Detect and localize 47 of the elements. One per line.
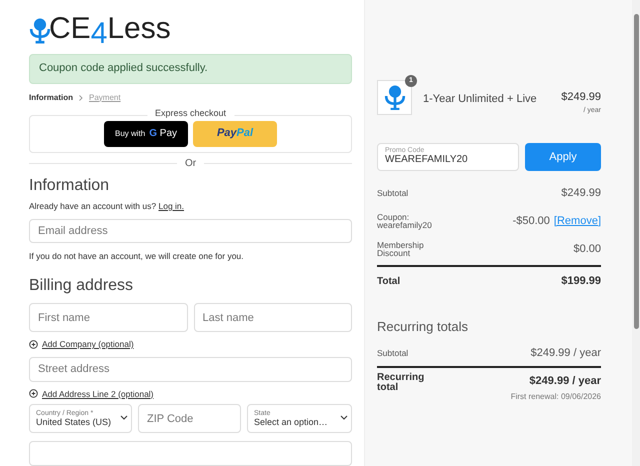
select-value: United States (US) (36, 416, 112, 428)
plus-circle-icon (29, 340, 38, 349)
add-address-line-link[interactable]: Add Address Line 2 (optional) (29, 388, 352, 400)
input-field[interactable]: ZIP Code (138, 404, 241, 434)
section-heading: Billing address (29, 276, 134, 296)
product-name: 1-Year Unlimited + Live (423, 92, 538, 107)
renewal-date: First renewal: 09/06/2026 (510, 391, 601, 403)
logo-icon (384, 84, 406, 110)
breadcrumb-item[interactable]: Information (29, 92, 73, 104)
summary-value: $249.99 / year (530, 346, 601, 361)
product-price: $249.99 (561, 90, 601, 105)
logo-text: CE4Less (49, 14, 171, 44)
summary-value: -$50.00 (512, 214, 550, 229)
total-label: Total (377, 274, 400, 289)
chevron-down-icon (120, 415, 128, 422)
input-field[interactable]: Street address (29, 356, 352, 382)
summary-value: $249.99 (561, 186, 601, 201)
total-value: $199.99 (561, 274, 601, 289)
summary-label: Subtotal (377, 346, 408, 360)
plus-circle-icon (29, 389, 38, 398)
summary-value: $0.00 (573, 242, 601, 257)
login-link[interactable]: Log in. (158, 200, 184, 211)
section-heading: Information (29, 176, 110, 196)
add-company-link[interactable]: Add Company (optional) (29, 338, 352, 351)
input-field[interactable]: First name (29, 303, 188, 332)
summary-label: Membership Discount (377, 240, 425, 258)
recurring-totals-heading: Recurring totals (377, 318, 470, 336)
logo-icon (29, 18, 51, 44)
google-pay-button[interactable]: Buy with G Pay (104, 120, 188, 147)
or-divider-text: Or (184, 156, 198, 171)
account-note: If you do not have an account, we will create one for you. (29, 250, 245, 263)
paypal-button[interactable]: PayPal (193, 120, 277, 147)
scrollbar[interactable] (632, 0, 640, 466)
input-field[interactable]: Email address (29, 218, 352, 244)
promo-code-value: WEAREFAMILY20 (385, 154, 469, 167)
chevron-right-icon (79, 94, 83, 101)
input-field[interactable] (29, 441, 352, 466)
express-checkout-title: Express checkout (146, 108, 234, 118)
summary-label: Subtotal (377, 188, 410, 198)
summary-label: Coupon: wearefamily20 (377, 212, 433, 230)
recurring-total-value: $249.99 / year (529, 374, 601, 388)
chevron-down-icon (340, 415, 348, 422)
recurring-total-label: Recurring total (377, 372, 426, 392)
account-prompt: Already have an account with us? (29, 200, 158, 211)
input-field[interactable]: Last name (194, 303, 352, 332)
select-value: Select an option… (254, 416, 328, 428)
success-notice: Coupon code applied successfully. (29, 54, 352, 84)
